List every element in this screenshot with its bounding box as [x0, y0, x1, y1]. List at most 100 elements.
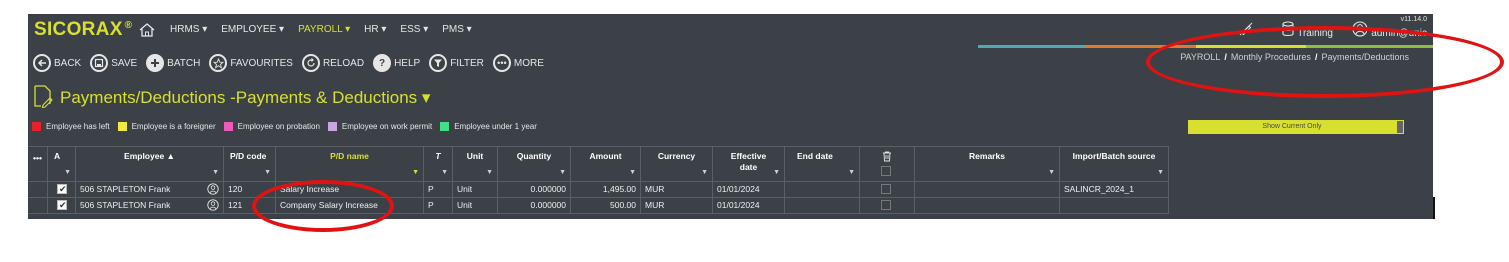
back-button[interactable]: BACK [33, 54, 81, 72]
database-icon[interactable] [1281, 21, 1295, 42]
end-date-cell[interactable] [785, 182, 860, 197]
filter-icon[interactable]: ▼ [559, 169, 566, 176]
show-current-only-toggle[interactable]: Show Current Only [1188, 120, 1396, 134]
column-header-type[interactable]: T ▼ [424, 147, 453, 181]
filter-icon[interactable]: ▼ [629, 169, 636, 176]
app-logo[interactable]: SICORAX ® [34, 19, 132, 41]
filter-icon[interactable]: ▼ [701, 169, 708, 176]
filter-icon[interactable]: ▼ [1048, 169, 1055, 176]
app-window: SICORAX ® HRMS ▾ EMPLOYEE ▾ PAYROLL ▾ HR … [28, 14, 1433, 219]
filter-icon[interactable]: ▼ [64, 169, 71, 176]
filter-icon[interactable]: ▼ [773, 169, 780, 176]
filter-icon[interactable]: ▼ [848, 169, 855, 176]
save-button[interactable]: SAVE [90, 54, 137, 72]
user-icon[interactable] [207, 183, 219, 197]
effective-date-cell[interactable]: 01/01/2024 [713, 182, 785, 197]
quantity-cell[interactable]: 0.000000 [498, 182, 571, 197]
menu-employee[interactable]: EMPLOYEE ▾ [221, 24, 284, 35]
filter-icon[interactable]: ▼ [1157, 169, 1164, 176]
delete-checkbox[interactable] [881, 184, 891, 194]
column-header-import-source[interactable]: Import/Batch source ▼ [1060, 147, 1169, 181]
home-icon[interactable] [138, 21, 156, 39]
column-header-effective-date[interactable]: Effective date ▼ [713, 147, 785, 181]
effective-date-cell[interactable]: 01/01/2024 [713, 198, 785, 213]
toggle-handle[interactable] [1396, 120, 1404, 134]
import-source-cell[interactable]: SALINCR_2024_1 [1060, 182, 1169, 197]
unit-cell[interactable]: Unit [453, 198, 498, 213]
delete-cell[interactable] [860, 182, 915, 197]
unit-cell[interactable]: Unit [453, 182, 498, 197]
filter-icon[interactable]: ▼ [264, 169, 271, 176]
remarks-cell[interactable] [915, 182, 1060, 197]
favourites-button[interactable]: FAVOURITES [209, 54, 293, 72]
reload-button[interactable]: RELOAD [301, 54, 364, 72]
column-header-amount[interactable]: Amount ▼ [571, 147, 641, 181]
back-arrow-icon [33, 54, 51, 72]
trash-icon[interactable] [882, 151, 892, 164]
active-checkbox[interactable] [57, 182, 67, 197]
user-icon[interactable] [207, 199, 219, 213]
column-header-quantity[interactable]: Quantity ▼ [498, 147, 571, 181]
pd-code-cell[interactable]: 121 [224, 198, 276, 213]
help-button[interactable]: ? HELP [373, 54, 420, 72]
filter-icon[interactable]: ▼ [441, 169, 448, 176]
pd-name-cell[interactable]: Company Salary Increase [276, 198, 424, 213]
environment-label[interactable]: Training [1297, 28, 1333, 39]
select-all-checkbox[interactable] [881, 166, 891, 176]
favourites-label: FAVOURITES [230, 57, 293, 69]
import-source-cell[interactable] [1060, 198, 1169, 213]
menu-payroll[interactable]: PAYROLL ▾ [298, 24, 350, 35]
menu-ess[interactable]: ESS ▾ [400, 24, 428, 35]
active-cell[interactable] [48, 182, 76, 197]
status-legend: Employee has left Employee is a foreigne… [32, 122, 545, 131]
menu-hrms[interactable]: HRMS ▾ [170, 24, 207, 35]
batch-button[interactable]: BATCH [146, 54, 200, 72]
filter-button[interactable]: FILTER [429, 54, 484, 72]
filter-icon[interactable]: ▼ [212, 169, 219, 176]
amount-cell[interactable]: 500.00 [571, 198, 641, 213]
table-row[interactable]: 506 STAPLETON Frank 121 Company Salary I… [28, 198, 1169, 214]
column-header-end-date[interactable]: End date ▼ [785, 147, 860, 181]
pd-code-cell[interactable]: 120 [224, 182, 276, 197]
page-title[interactable]: Payments/Deductions -Payments & Deductio… [60, 88, 430, 108]
currency-cell[interactable]: MUR [641, 182, 713, 197]
column-header-unit[interactable]: Unit ▼ [453, 147, 498, 181]
table-row[interactable]: 506 STAPLETON Frank 120 Salary Increase … [28, 182, 1169, 198]
plus-icon [146, 54, 165, 72]
column-header-delete[interactable] [860, 147, 915, 181]
delete-cell[interactable] [860, 198, 915, 213]
menu-hr[interactable]: HR ▾ [364, 24, 386, 35]
column-menu-button[interactable]: ••• [28, 147, 48, 181]
legend-label: Employee is a foreigner [131, 122, 216, 131]
user-icon[interactable] [1352, 21, 1368, 42]
legend-swatch-red [32, 122, 41, 131]
column-header-employee[interactable]: Employee ▲ ▼ [76, 147, 224, 181]
end-date-cell[interactable] [785, 198, 860, 213]
amount-cell[interactable]: 1,495.00 [571, 182, 641, 197]
breadcrumb-monthly-procedures[interactable]: Monthly Procedures [1231, 52, 1311, 62]
breadcrumb-payroll[interactable]: PAYROLL [1180, 52, 1220, 62]
column-header-active[interactable]: A ▼ [48, 147, 76, 181]
delete-checkbox[interactable] [881, 200, 891, 210]
filter-icon[interactable]: ▼ [412, 169, 419, 176]
currency-cell[interactable]: MUR [641, 198, 713, 213]
more-button[interactable]: ••• MORE [492, 54, 544, 72]
column-header-currency[interactable]: Currency ▼ [641, 147, 713, 181]
document-edit-icon [33, 84, 55, 113]
column-header-remarks[interactable]: Remarks ▼ [915, 147, 1060, 181]
remarks-cell[interactable] [915, 198, 1060, 213]
employee-cell[interactable]: 506 STAPLETON Frank [76, 182, 224, 197]
active-cell[interactable] [48, 198, 76, 213]
type-cell[interactable]: P [424, 198, 453, 213]
filter-icon[interactable]: ▼ [486, 169, 493, 176]
quantity-cell[interactable]: 0.000000 [498, 198, 571, 213]
active-checkbox[interactable] [57, 198, 67, 213]
edit-off-icon[interactable] [1239, 22, 1253, 41]
type-cell[interactable]: P [424, 182, 453, 197]
column-header-pd-name[interactable]: P/D name ▼ [276, 147, 424, 181]
employee-cell[interactable]: 506 STAPLETON Frank [76, 198, 224, 213]
user-name[interactable]: admin@unic [1371, 28, 1427, 39]
column-header-pd-code[interactable]: P/D code ▼ [224, 147, 276, 181]
menu-pms[interactable]: PMS ▾ [442, 24, 471, 35]
pd-name-cell[interactable]: Salary Increase [276, 182, 424, 197]
